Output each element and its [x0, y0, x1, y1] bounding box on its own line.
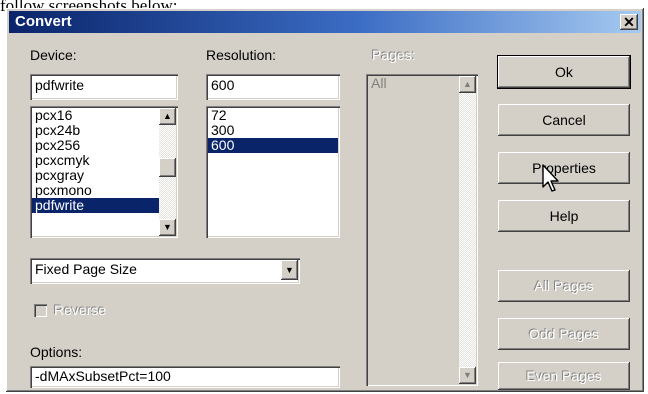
properties-button[interactable]: Properties [498, 152, 630, 184]
resolution-label: Resolution: [206, 47, 277, 63]
cancel-button[interactable]: Cancel [498, 104, 630, 136]
device-field-value: pdfwrite [35, 77, 85, 93]
device-item-pcx16[interactable]: pcx16 [32, 108, 159, 123]
device-field[interactable]: pdfwrite [30, 74, 178, 100]
all-pages-button: All Pages [498, 270, 630, 302]
resolution-field[interactable]: 600 [206, 74, 340, 100]
device-item-pdfwrite[interactable]: pdfwrite [32, 198, 159, 213]
close-icon: ✕ [623, 14, 635, 30]
close-button[interactable]: ✕ [620, 14, 638, 30]
scroll-down-icon[interactable]: ▼ [159, 219, 176, 236]
help-button[interactable]: Help [498, 200, 630, 232]
options-label: Options: [30, 344, 83, 360]
resolution-listbox[interactable]: 72 300 600 [206, 106, 340, 238]
chevron-down-icon[interactable]: ▼ [281, 260, 298, 280]
scroll-up-icon: ▲ [459, 76, 476, 93]
even-pages-button: Even Pages [498, 362, 630, 390]
pages-listbox: All ▲ ▼ [366, 74, 478, 386]
pages-scrollbar: ▲ ▼ [459, 76, 476, 384]
device-listbox[interactable]: pcx16 pcx24b pcx256 pcxcmyk pcxgray pcxm… [30, 106, 178, 238]
window-title: Convert [15, 13, 72, 30]
page-size-combobox[interactable]: Fixed Page Size ▼ [30, 258, 300, 284]
resolution-item-72[interactable]: 72 [208, 108, 338, 123]
arrow-cursor-icon [542, 164, 559, 192]
device-item-pcx256[interactable]: pcx256 [32, 138, 159, 153]
resolution-item-300[interactable]: 300 [208, 123, 338, 138]
device-item-pcx24b[interactable]: pcx24b [32, 123, 159, 138]
device-scroll-thumb[interactable] [159, 158, 176, 177]
device-item-pcxcmyk[interactable]: pcxcmyk [32, 153, 159, 168]
resolution-item-600[interactable]: 600 [208, 138, 338, 153]
options-field-value: -dMAxSubsetPct=100 [35, 368, 171, 384]
scroll-up-icon[interactable]: ▲ [159, 108, 176, 125]
reverse-checkbox [34, 304, 47, 317]
convert-dialog: Convert ✕ Device: pdfwrite pcx16 pcx24b … [6, 8, 644, 392]
device-item-pcxgray[interactable]: pcxgray [32, 168, 159, 183]
device-label: Device: [30, 47, 77, 63]
device-item-pcxmono[interactable]: pcxmono [32, 183, 159, 198]
pages-label: Pages: [372, 47, 416, 63]
reverse-label: Reverse [54, 302, 107, 318]
pages-item-all: All [371, 76, 387, 91]
title-bar[interactable]: Convert ✕ [9, 11, 641, 33]
ok-button[interactable]: Ok [498, 56, 630, 88]
resolution-field-value: 600 [211, 77, 235, 93]
options-field[interactable]: -dMAxSubsetPct=100 [30, 366, 340, 388]
scroll-down-icon: ▼ [459, 367, 476, 384]
device-scrollbar[interactable]: ▲ ▼ [159, 108, 176, 236]
page-size-value: Fixed Page Size [35, 261, 137, 277]
odd-pages-button: Odd Pages [498, 318, 630, 350]
